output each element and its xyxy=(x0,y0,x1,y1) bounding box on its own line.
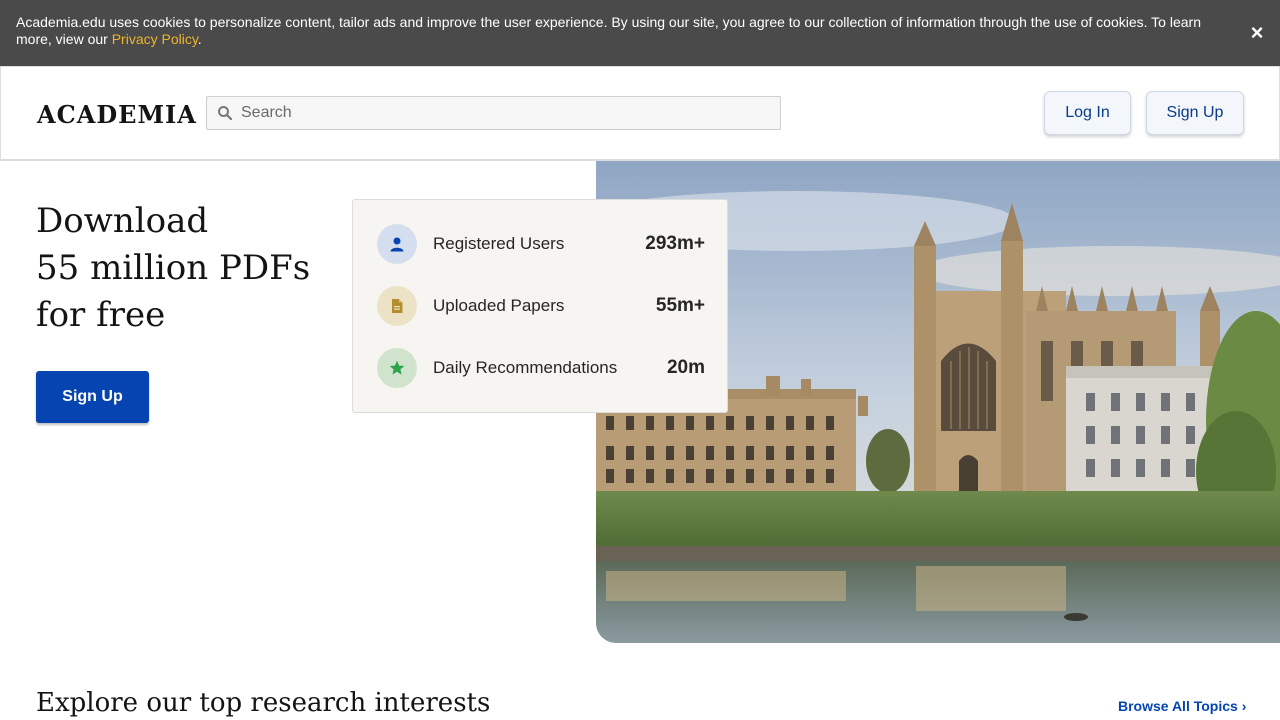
browse-all-topics-link[interactable]: Browse All Topics › xyxy=(1118,698,1246,714)
stat-value: 55m+ xyxy=(655,295,705,316)
stat-label: Registered Users xyxy=(433,234,565,253)
hero-title-line: for free xyxy=(36,295,166,335)
section-title: Explore our top research interests xyxy=(36,688,491,718)
search-icon xyxy=(218,106,233,121)
cookie-banner: Academia.edu uses cookies to personalize… xyxy=(0,0,1280,66)
academia-logo[interactable]: ACADEMIA xyxy=(37,100,197,129)
close-icon[interactable]: × xyxy=(1246,22,1268,44)
stat-uploaded-papers: Uploaded Papers 55m+ xyxy=(377,286,705,326)
stat-value: 20m xyxy=(666,357,705,378)
user-icon xyxy=(377,224,417,264)
hero-signup-button[interactable]: Sign Up xyxy=(36,371,149,423)
cookie-suffix: . xyxy=(197,31,202,47)
chevron-right-icon: › xyxy=(1241,698,1247,714)
login-button[interactable]: Log In xyxy=(1044,91,1131,135)
stats-card: Registered Users 293m+ Uploaded Papers 5… xyxy=(352,199,728,413)
stat-daily-recommendations: Daily Recommendations 20m xyxy=(377,348,705,388)
document-icon xyxy=(377,286,417,326)
site-header: ACADEMIA Log In Sign Up xyxy=(0,66,1280,161)
hero-title-line: Download xyxy=(36,201,209,241)
hero-title-line: 55 million PDFs xyxy=(36,248,311,288)
search-box[interactable] xyxy=(206,96,781,130)
browse-all-topics-label: Browse All Topics xyxy=(1118,698,1238,714)
privacy-policy-link[interactable]: Privacy Policy xyxy=(112,31,198,47)
stat-value: 293m+ xyxy=(645,233,705,254)
cookie-message: Academia.edu uses cookies to personalize… xyxy=(16,14,1216,48)
header-signup-button[interactable]: Sign Up xyxy=(1146,91,1244,135)
stat-registered-users: Registered Users 293m+ xyxy=(377,224,705,264)
search-input[interactable] xyxy=(241,97,771,129)
hero-title: Download 55 million PDFs for free xyxy=(36,198,356,339)
stat-label: Daily Recommendations xyxy=(433,358,618,377)
star-icon xyxy=(377,348,417,388)
stat-label: Uploaded Papers xyxy=(433,296,565,315)
